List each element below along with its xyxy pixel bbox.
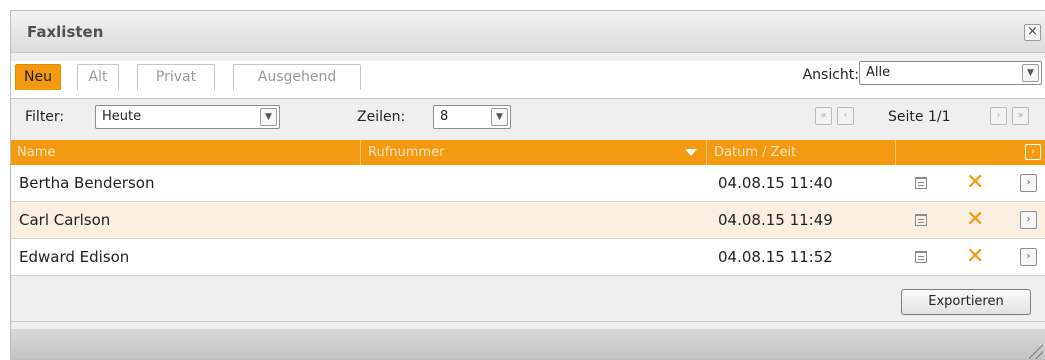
title-bar: Faxlisten × — [11, 11, 1045, 53]
prev-page-button[interactable]: ‹ — [837, 107, 854, 125]
filter-label: Filter: — [25, 109, 65, 125]
first-page-button[interactable]: « — [815, 107, 832, 125]
faxlisten-window: Faxlisten × Neu Alt Privat Ausgehend Ans… — [10, 10, 1045, 360]
table-header: Name Rufnummer Datum / Zeit › — [11, 140, 1045, 165]
chevron-right-icon[interactable]: › — [1025, 144, 1041, 160]
chevron-right-icon[interactable]: › — [1020, 174, 1037, 192]
chevron-right-icon[interactable]: › — [1020, 248, 1037, 266]
status-bar — [11, 329, 1045, 359]
tab-alt[interactable]: Alt — [77, 64, 119, 90]
chevron-down-icon: ▼ — [1022, 64, 1039, 82]
export-button[interactable]: Exportieren — [901, 289, 1031, 315]
next-page-button[interactable]: › — [990, 107, 1007, 125]
row-name: Bertha Benderson — [19, 174, 155, 192]
rows-label: Zeilen: — [357, 109, 406, 125]
column-datetime[interactable]: Datum / Zeit — [708, 140, 796, 165]
chevron-down-icon: ▼ — [491, 108, 508, 126]
row-datetime: 04.08.15 11:40 — [718, 174, 833, 192]
sort-desc-icon — [685, 149, 697, 156]
tab-neu[interactable]: Neu — [15, 64, 61, 90]
row-datetime: 04.08.15 11:49 — [718, 211, 833, 229]
delete-icon[interactable]: ✕ — [966, 205, 984, 235]
page-indicator: Seite 1/1 — [888, 109, 951, 125]
table-row[interactable]: Bertha Benderson 04.08.15 11:40 ✕ › — [11, 165, 1045, 202]
rows-select-value: 8 — [440, 109, 449, 124]
tab-privat[interactable]: Privat — [137, 64, 215, 90]
fax-icon[interactable] — [915, 177, 927, 189]
table-row[interactable]: Edward Edison 04.08.15 11:52 ✕ › — [11, 239, 1045, 276]
row-datetime: 04.08.15 11:52 — [718, 248, 833, 266]
table-row[interactable]: Carl Carlson 04.08.15 11:49 ✕ › — [11, 202, 1045, 239]
window-title: Faxlisten — [27, 23, 104, 41]
column-separator — [895, 140, 896, 165]
close-icon[interactable]: × — [1024, 24, 1041, 41]
column-name[interactable]: Name — [11, 140, 55, 165]
row-name: Carl Carlson — [19, 211, 111, 229]
view-select-value: Alle — [866, 65, 891, 80]
fax-icon[interactable] — [915, 251, 927, 263]
tab-bar: Neu Alt Privat Ausgehend Ansicht: Alle ▼ — [11, 61, 1045, 99]
chevron-down-icon: ▼ — [260, 108, 277, 126]
filter-select[interactable]: Heute ▼ — [95, 105, 280, 129]
resize-grip-icon[interactable] — [1029, 345, 1043, 359]
delete-icon[interactable]: ✕ — [966, 168, 984, 198]
divider — [11, 321, 1045, 322]
view-select[interactable]: Alle ▼ — [859, 61, 1042, 85]
delete-icon[interactable]: ✕ — [966, 242, 984, 272]
last-page-button[interactable]: » — [1012, 107, 1029, 125]
rows-select[interactable]: 8 ▼ — [433, 105, 511, 129]
column-separator — [360, 140, 361, 165]
filter-bar: Filter: Heute ▼ Zeilen: 8 ▼ « ‹ Seite 1/… — [11, 99, 1045, 139]
fax-icon[interactable] — [915, 214, 927, 226]
tab-ausgehend[interactable]: Ausgehend — [233, 64, 361, 90]
view-label: Ansicht: — [802, 67, 859, 83]
column-separator — [706, 140, 707, 165]
filter-select-value: Heute — [102, 109, 142, 124]
chevron-right-icon[interactable]: › — [1020, 211, 1037, 229]
row-name: Edward Edison — [19, 248, 130, 266]
column-rufnummer[interactable]: Rufnummer — [362, 140, 444, 165]
